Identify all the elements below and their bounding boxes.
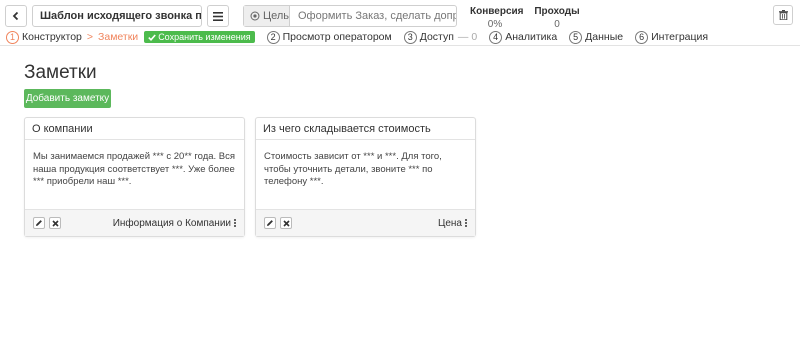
note-title: Из чего складывается стоимость [256, 118, 475, 140]
conversion-value: 0% [487, 19, 503, 30]
step-label: Аналитика [505, 31, 558, 43]
conversion-label: Конверсия [470, 6, 524, 17]
step-access[interactable]: 3 Доступ — 0 [403, 30, 478, 44]
check-icon [148, 33, 156, 41]
target-icon [250, 11, 260, 21]
note-category-menu[interactable]: Информация о Компании [113, 218, 236, 229]
save-changes-label: Сохранить изменения [158, 32, 251, 42]
step-number: 2 [266, 30, 280, 44]
delete-script-button[interactable] [773, 5, 793, 25]
passes-label: Проходы [534, 6, 580, 17]
passes-stat: Проходы 0 [532, 6, 582, 30]
script-title-select[interactable]: Шаблон исходящего звонка по заяв ▼ [32, 5, 202, 27]
step-label: Данные [585, 31, 624, 43]
steps-nav: 1 Конструктор > Заметки Сохранить измене… [6, 30, 708, 44]
step-number: 3 [403, 30, 417, 44]
pencil-icon [36, 220, 42, 226]
note-body: Мы занимаемся продажей *** с 20** года. … [33, 151, 236, 187]
chevron-left-icon [12, 11, 19, 21]
step-analytics[interactable]: 4 Аналитика [489, 30, 558, 44]
step-number: 1 [6, 30, 19, 44]
edit-note-button[interactable] [33, 217, 45, 229]
step-number: 6 [635, 30, 649, 44]
step-operator-view[interactable]: 2 Просмотр оператором [266, 30, 392, 44]
step-label: Просмотр оператором [282, 31, 392, 43]
note-card: Из чего складывается стоимость Стоимость… [255, 117, 476, 237]
step-integration[interactable]: 6 Интеграция [635, 30, 709, 44]
note-category: Информация о Компании [112, 217, 231, 229]
note-title: О компании [25, 118, 244, 140]
note-card: О компании Мы занимаемся продажей *** с … [24, 117, 245, 237]
kebab-icon [234, 219, 236, 227]
close-icon [51, 219, 59, 227]
top-bar: Шаблон исходящего звонка по заяв ▼ Цель … [0, 0, 800, 46]
note-footer: Цена [256, 209, 475, 236]
goal-input[interactable] [290, 6, 456, 26]
step-label: Доступ [419, 31, 454, 43]
step-label: Интеграция [651, 31, 709, 43]
goal-label-text: Цель [262, 10, 289, 22]
step-label: Конструктор [22, 31, 82, 43]
conversion-stat: Конверсия 0% [470, 6, 524, 30]
step-number: 5 [569, 30, 583, 44]
note-category-menu[interactable]: Цена [438, 218, 467, 229]
back-button[interactable] [5, 5, 27, 27]
kebab-icon [465, 219, 467, 227]
add-note-button[interactable]: Добавить заметку [24, 89, 111, 108]
note-category: Цена [437, 217, 462, 229]
step-number: 4 [489, 30, 503, 44]
close-icon [282, 219, 290, 227]
script-title: Шаблон исходящего звонка по заяв [40, 10, 202, 22]
pencil-icon [267, 220, 273, 226]
breadcrumb-current: Заметки [98, 31, 139, 43]
delete-note-button[interactable] [49, 217, 61, 229]
menu-button[interactable] [207, 5, 229, 27]
delete-note-button[interactable] [280, 217, 292, 229]
step-data[interactable]: 5 Данные [569, 30, 624, 44]
breadcrumb-separator: > [86, 31, 94, 43]
passes-value: 0 [554, 19, 560, 30]
edit-note-button[interactable] [264, 217, 276, 229]
goal-label: Цель [244, 6, 290, 26]
trash-icon [778, 10, 788, 20]
page-title: Заметки [24, 62, 97, 83]
note-body: Стоимость зависит от *** и ***. Для того… [264, 151, 442, 187]
note-footer: Информация о Компании [25, 209, 244, 236]
goal-field: Цель [243, 5, 457, 27]
access-count: — 0 [457, 31, 478, 43]
hamburger-icon [213, 11, 223, 21]
step-constructor[interactable]: 1 Конструктор [6, 30, 82, 44]
save-changes-button[interactable]: Сохранить изменения [144, 31, 255, 43]
